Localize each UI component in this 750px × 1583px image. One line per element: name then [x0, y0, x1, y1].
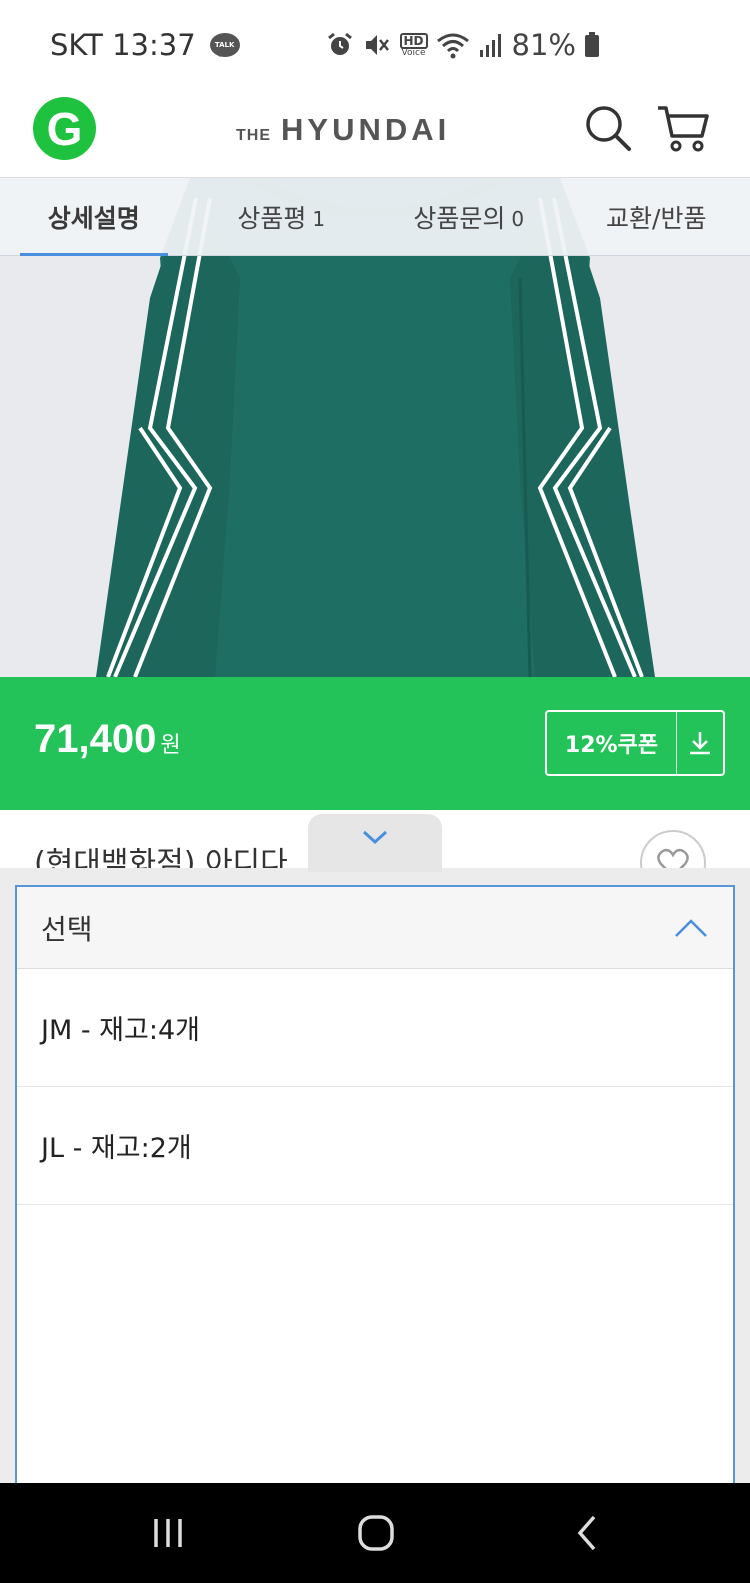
- home-icon[interactable]: [356, 1513, 396, 1553]
- signal-icon: [479, 34, 501, 57]
- gmarket-logo[interactable]: G: [33, 97, 96, 160]
- coupon-download-button[interactable]: 12%쿠폰: [545, 710, 725, 776]
- option-select-dropdown: 선택 JM - 재고:4개 JL - 재고:2개: [15, 885, 735, 1483]
- status-left: SKT 13:37 TALK: [50, 28, 240, 62]
- search-icon[interactable]: [584, 104, 632, 152]
- sheet-collapse-handle[interactable]: [308, 814, 442, 872]
- qna-count: 0: [511, 206, 525, 231]
- kakaotalk-icon: TALK: [209, 33, 240, 57]
- option-select-header[interactable]: 선택: [17, 887, 733, 969]
- coupon-label: 12%쿠폰: [547, 712, 677, 774]
- tab-exchange-return[interactable]: 교환/반품: [563, 178, 750, 255]
- heart-icon: [657, 848, 689, 870]
- option-item-jm[interactable]: JM - 재고:4개: [17, 969, 733, 1087]
- wifi-icon: [436, 33, 469, 59]
- option-item-jl[interactable]: JL - 재고:2개: [17, 1087, 733, 1205]
- tab-reviews[interactable]: 상품평 1: [188, 178, 376, 255]
- wishlist-button[interactable]: [640, 830, 706, 870]
- battery-percent: 81%: [511, 28, 576, 62]
- battery-icon: [585, 32, 599, 57]
- product-price: 71,400 원: [34, 717, 181, 761]
- status-bar: SKT 13:37 TALK HD Voice 81%: [0, 0, 750, 90]
- cart-icon[interactable]: [656, 102, 710, 154]
- system-nav-bar: [0, 1483, 750, 1583]
- mute-icon: [365, 35, 389, 55]
- chevron-up-icon: [675, 918, 707, 937]
- hd-voice-icon: HD Voice: [399, 32, 428, 58]
- status-right: HD Voice 81%: [326, 28, 600, 62]
- recent-apps-icon[interactable]: [148, 1513, 188, 1553]
- detail-tabs: 상세설명 상품평 1 상품문의 0 교환/반품: [0, 178, 750, 256]
- brand-logo[interactable]: THE HYUNDAI: [236, 112, 450, 148]
- alarm-icon: [327, 32, 352, 55]
- price-bar: 71,400 원 12%쿠폰: [0, 677, 750, 810]
- tab-qna[interactable]: 상품문의 0: [375, 178, 563, 255]
- chevron-down-icon: [362, 830, 388, 845]
- tab-description[interactable]: 상세설명: [0, 178, 188, 256]
- carrier-time: SKT 13:37: [50, 28, 196, 62]
- app-header: G THE HYUNDAI: [0, 90, 750, 178]
- download-icon: [677, 712, 723, 774]
- reviews-count: 1: [312, 206, 326, 231]
- back-icon[interactable]: [568, 1513, 608, 1553]
